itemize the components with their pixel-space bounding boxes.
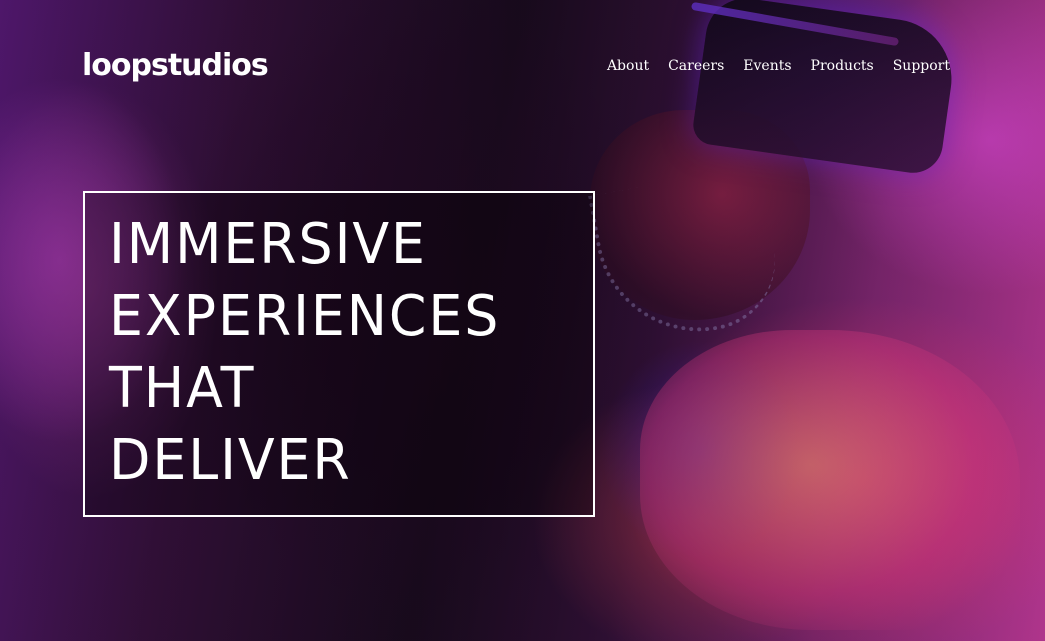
nav-link-products[interactable]: Products <box>811 56 874 76</box>
hero-headline: IMMERSIVE EXPERIENCES THAT DELIVER <box>109 209 500 497</box>
background-necklace-image <box>587 166 787 348</box>
headline-line: IMMERSIVE <box>109 212 427 277</box>
headline-line: EXPERIENCES <box>109 284 501 349</box>
headline-line: DELIVER <box>109 428 352 493</box>
background-glow-blue <box>600 340 800 560</box>
headline-line: THAT <box>109 356 256 421</box>
background-hand-image <box>640 330 1020 630</box>
nav-link-careers[interactable]: Careers <box>668 56 724 76</box>
headline-box: IMMERSIVE EXPERIENCES THAT DELIVER <box>83 191 595 517</box>
site-header: loopstudios About Careers Events Product… <box>82 44 950 88</box>
nav-link-about[interactable]: About <box>607 56 649 76</box>
background-face-image <box>590 110 810 320</box>
background-vr-headset-image <box>690 0 960 177</box>
hero-section: loopstudios About Careers Events Product… <box>0 0 1045 641</box>
main-nav: About Careers Events Products Support <box>607 56 950 76</box>
nav-link-support[interactable]: Support <box>893 56 950 76</box>
background-headset-light <box>690 1 900 47</box>
logo[interactable]: loopstudios <box>82 48 269 84</box>
nav-link-events[interactable]: Events <box>743 56 791 76</box>
